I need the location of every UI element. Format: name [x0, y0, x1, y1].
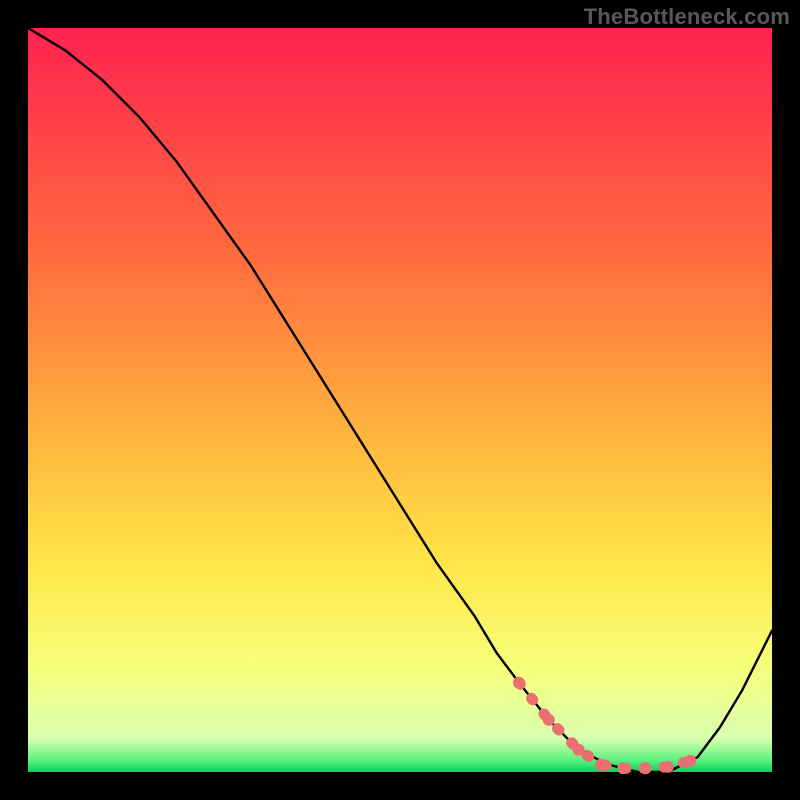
- chart-container: { "watermark": "TheBottleneck.com", "col…: [0, 0, 800, 800]
- optimal-range-point: [617, 762, 629, 774]
- optimal-range-point: [543, 714, 555, 726]
- optimal-range-point: [573, 744, 585, 756]
- optimal-range-point: [513, 677, 525, 689]
- optimal-range-point: [595, 759, 607, 771]
- optimal-range-point: [640, 762, 652, 774]
- optimal-range-point: [662, 761, 674, 773]
- watermark-text: TheBottleneck.com: [584, 4, 790, 30]
- bottleneck-chart: [0, 0, 800, 800]
- optimal-range-point: [684, 755, 696, 767]
- plot-background: [28, 28, 772, 772]
